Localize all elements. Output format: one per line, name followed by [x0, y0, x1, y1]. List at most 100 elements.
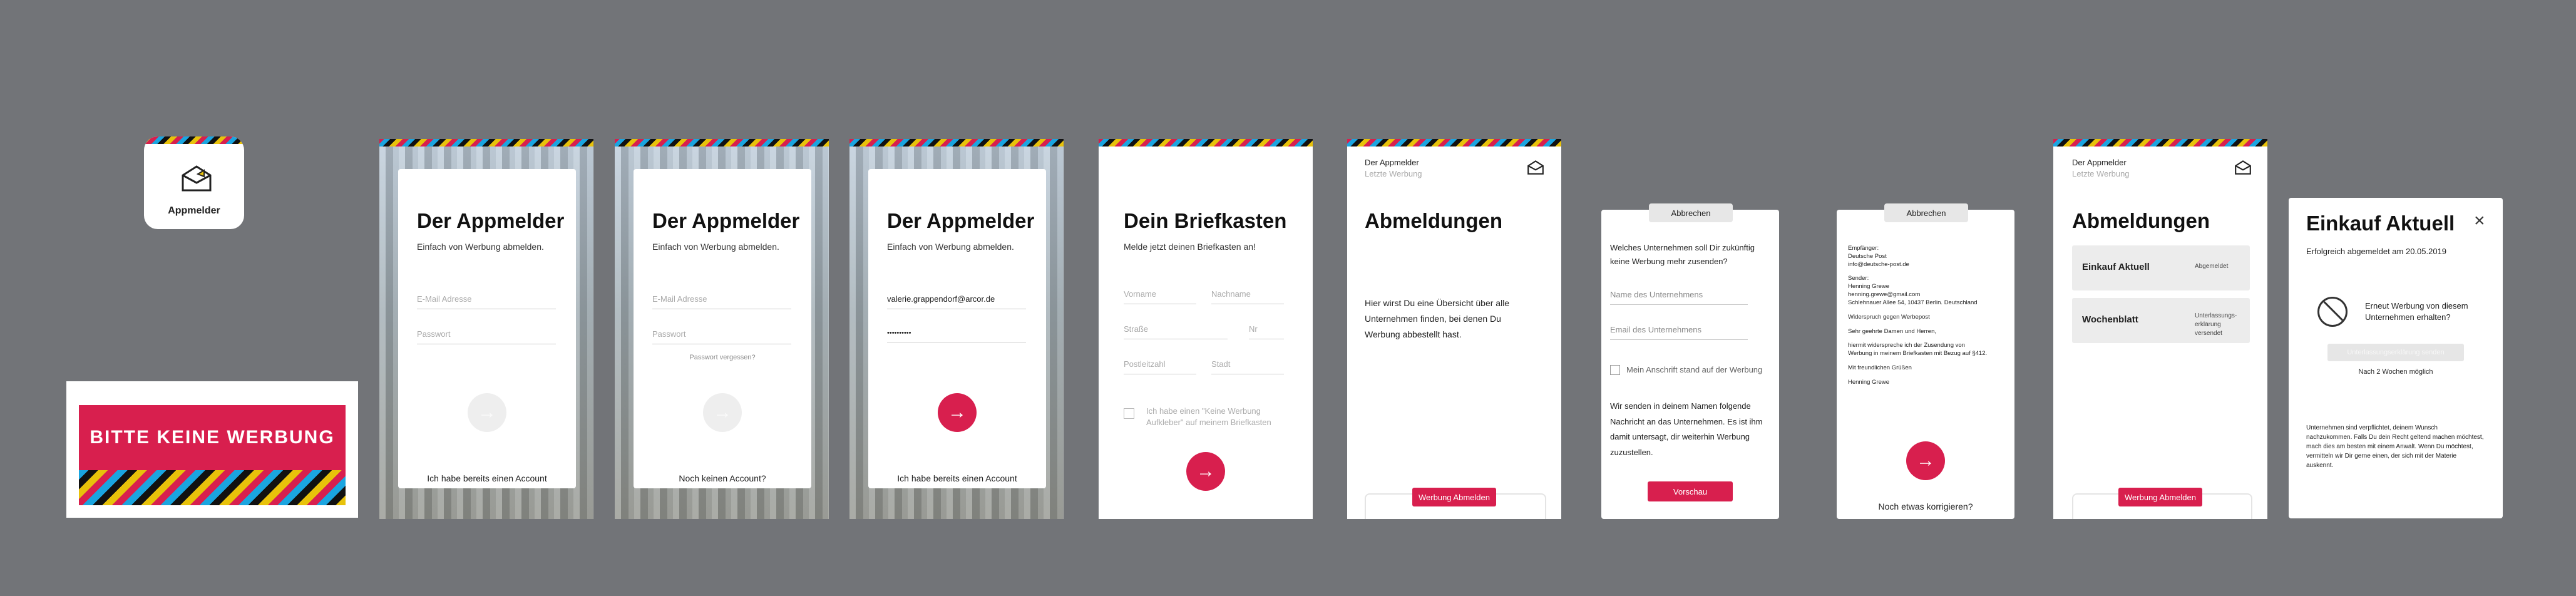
stripe-decoration [144, 136, 244, 144]
werbung-abmelden-button[interactable]: Werbung Abmelden [1412, 488, 1496, 506]
account-link[interactable]: Noch keinen Account? [634, 473, 811, 483]
brand-sub: Letzte Werbung [2072, 169, 2130, 178]
page-title: Abmeldungen [2072, 209, 2210, 232]
submit-arrow-button[interactable]: → [468, 393, 506, 432]
mailbox-icon[interactable] [2234, 158, 2252, 177]
stripe-decoration [849, 139, 1064, 146]
werbung-abmelden-button[interactable]: Werbung Abmelden [2118, 488, 2202, 506]
list-item-name: Wochenblatt [2082, 314, 2138, 325]
screen-login-2: Der Appmelder Einfach von Werbung abmeld… [615, 139, 829, 519]
letter-line: Deutsche Post [1848, 252, 1887, 260]
arrow-right-icon: → [713, 402, 732, 423]
brand-name: Der Appmelder [1365, 158, 1419, 167]
sticker-text: BITTE KEINE WERBUNG [90, 427, 335, 448]
arrow-right-icon: → [948, 402, 967, 423]
screen-login-3: Der Appmelder Einfach von Werbung abmeld… [849, 139, 1064, 519]
screen-abmeldungen-empty: Der Appmelder Letzte Werbung Abmeldungen… [1347, 139, 1561, 519]
letter-line: hiermit widerspreche ich der Zusendung v… [1848, 342, 1965, 349]
page-title: Der Appmelder [652, 209, 800, 232]
page-subtitle: Einfach von Werbung abmelden. [652, 242, 779, 252]
letter-line: Empfänger: [1848, 245, 1879, 252]
login-card: Der Appmelder Einfach von Werbung abmeld… [634, 169, 811, 488]
stripe-decoration [1347, 139, 1561, 146]
letter-line: Henning Grewe [1848, 283, 1890, 290]
detail-card: Einkauf Aktuell × Erfolgreich abgemeldet… [2289, 198, 2503, 518]
correct-link[interactable]: Noch etwas korrigieren? [1837, 501, 2014, 511]
detail-status: Erfolgreich abgemeldet am 20.05.2019 [2306, 247, 2447, 256]
arrow-right-icon: → [1916, 450, 1935, 471]
stripe-decoration [1099, 139, 1313, 146]
list-item[interactable]: Wochenblatt Unterlassungs-erklärung vers… [2072, 298, 2250, 343]
stripe-decoration [2053, 139, 2267, 146]
preview-button[interactable]: Vorschau [1648, 481, 1733, 501]
page-subtitle: Einfach von Werbung abmelden. [887, 242, 1014, 252]
app-icon-label: Appmelder [168, 205, 220, 216]
unterlassung-button[interactable]: Unterlassungserklärung senden [2327, 344, 2464, 361]
password-field[interactable]: •••••••••• [887, 329, 1026, 342]
email-field[interactable]: valerie.grappendorf@arcor.de [887, 294, 1026, 309]
mailbox-icon [182, 165, 212, 192]
letter-line: Henning Grewe [1848, 378, 1890, 386]
no-ads-icon [2317, 297, 2348, 327]
submit-arrow-button[interactable]: → [703, 393, 742, 432]
login-card: Der Appmelder Einfach von Werbung abmeld… [868, 169, 1046, 488]
account-link[interactable]: Ich habe bereits einen Account [868, 473, 1046, 483]
screen-login-1: Der Appmelder Einfach von Werbung abmeld… [379, 139, 593, 519]
stripe-decoration [615, 139, 829, 146]
address-checkbox-label: Mein Anschrift stand auf der Werbung [1626, 365, 1763, 374]
submit-arrow-button[interactable]: → [938, 393, 977, 432]
letter-line: Schlehnauer Allee 54, 10437 Berlin. Deut… [1848, 299, 1978, 306]
letter-line: Mit freundlichen Grüßen [1848, 364, 1912, 371]
sticker-checkbox-label: Ich habe einen "Keine Werbung Aufkleber"… [1146, 406, 1271, 428]
letter-line: info@deutsche-post.de [1848, 260, 1909, 268]
sticker-banner: BITTE KEINE WERBUNG [79, 405, 346, 470]
detail-info: Unternehmen sind verpflichtet, deinem Wu… [2306, 424, 2484, 469]
detail-question: Erneut Werbung von diesem Unternehmen er… [2365, 301, 2468, 322]
password-field[interactable]: Passwort [652, 329, 791, 344]
letter-preview-modal: Abbrechen Empfänger: Deutsche Post info@… [1837, 203, 2014, 519]
page-title: Einkauf Aktuell [2306, 212, 2455, 235]
form-question: Welches Unternehmen soll Dir zukünftig k… [1610, 243, 1755, 267]
stripe-decoration [379, 139, 593, 146]
account-link[interactable]: Ich habe bereits einen Account [398, 473, 576, 483]
send-arrow-button[interactable]: → [1906, 441, 1945, 480]
cancel-button[interactable]: Abbrechen [1884, 203, 1968, 222]
close-icon[interactable]: × [2474, 210, 2485, 232]
list-item[interactable]: Einkauf Aktuell Abgemeldet [2072, 245, 2250, 290]
company-email-field[interactable]: Email des Unternehmens [1610, 325, 1748, 340]
page-subtitle: Melde jetzt deinen Briefkasten an! [1124, 242, 1256, 252]
strasse-field[interactable]: Straße [1124, 324, 1228, 339]
keine-werbung-sticker: BITTE KEINE WERBUNG [66, 381, 358, 518]
vorname-field[interactable]: Vorname [1124, 289, 1196, 304]
page-subtitle: Einfach von Werbung abmelden. [417, 242, 544, 252]
email-field[interactable]: E-Mail Adresse [417, 294, 556, 309]
brand-sub: Letzte Werbung [1365, 169, 1422, 178]
page-title: Der Appmelder [887, 209, 1035, 232]
email-field[interactable]: E-Mail Adresse [652, 294, 791, 309]
cancel-button[interactable]: Abbrechen [1649, 203, 1733, 222]
plz-field[interactable]: Postleitzahl [1124, 359, 1196, 374]
letter-line: henning.grewe@gmail.com [1848, 291, 1921, 299]
sticker-checkbox[interactable] [1124, 408, 1134, 419]
forgot-password-link[interactable]: Passwort vergessen? [634, 354, 811, 361]
nr-field[interactable]: Nr [1249, 324, 1284, 339]
address-checkbox[interactable] [1610, 365, 1620, 375]
password-field[interactable]: Passwort [417, 329, 556, 344]
brand-name: Der Appmelder [2072, 158, 2127, 167]
nachname-field[interactable]: Nachname [1211, 289, 1284, 304]
arrow-right-icon: → [1196, 461, 1215, 481]
detail-hint: Nach 2 Wochen möglich [2358, 368, 2433, 376]
login-card: Der Appmelder Einfach von Werbung abmeld… [398, 169, 576, 488]
list-item-status: Unterlassungs-erklärung versendet [2195, 312, 2237, 337]
app-icon-tile[interactable]: Appmelder [144, 136, 244, 229]
company-name-field[interactable]: Name des Unternehmens [1610, 290, 1748, 305]
mailbox-icon[interactable] [1526, 158, 1545, 177]
screen-briefkasten: Dein Briefkasten Melde jetzt deinen Brie… [1099, 139, 1313, 519]
list-item-name: Einkauf Aktuell [2082, 262, 2150, 272]
submit-arrow-button[interactable]: → [1186, 452, 1225, 491]
company-form-modal: Abbrechen Welches Unternehmen soll Dir z… [1601, 203, 1779, 519]
arrow-right-icon: → [478, 402, 496, 423]
empty-text: Hier wirst Du eine Übersicht über alle U… [1365, 298, 1510, 340]
letter-line: Widerspruch gegen Werbepost [1848, 313, 1930, 321]
stadt-field[interactable]: Stadt [1211, 359, 1284, 374]
